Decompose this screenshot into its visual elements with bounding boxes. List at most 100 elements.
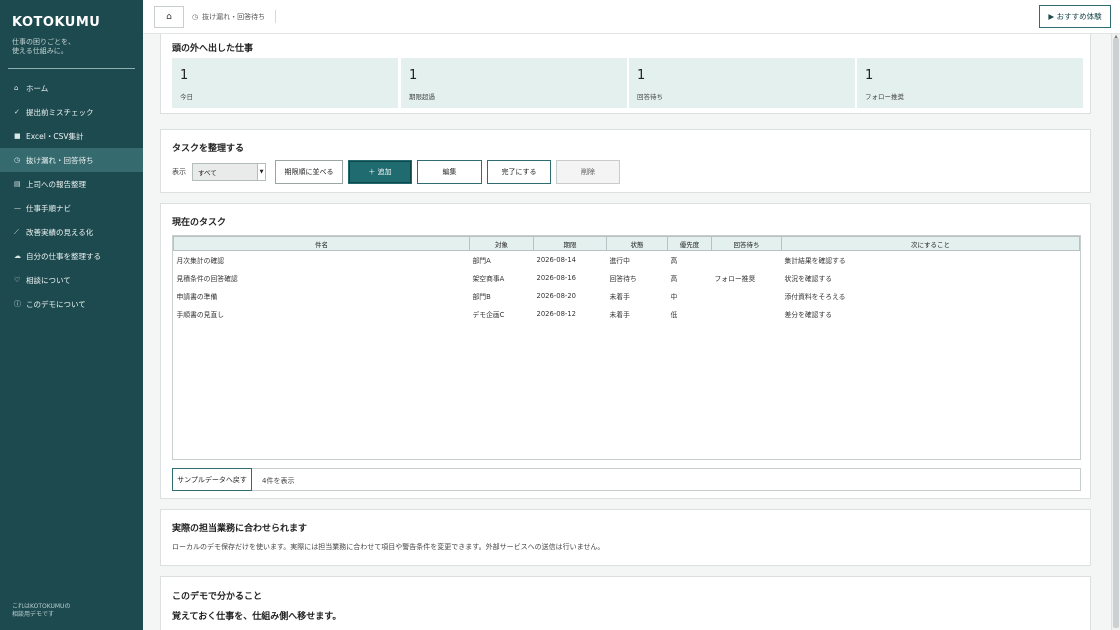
heart-icon: ♡ <box>14 276 21 284</box>
task-table-container: 件名 対象 期限 状態 優先度 回答待ち 次にすること 月次集計の確認 部門A 20… <box>172 235 1081 460</box>
table-cell: 添付資料をそろえる <box>784 292 846 301</box>
table-cell: 架空商事A <box>472 274 505 283</box>
table-cell: 見積条件の回答確認 <box>176 274 238 283</box>
sidebar-item[interactable]: ♡ 相談について <box>0 268 143 292</box>
main-content: 頭の外へ出した仕事 1 今日 1 期限超過 1 回答待ち 1 フォロー推奨 タス… <box>143 34 1111 630</box>
metric-label: 今日 <box>180 93 193 101</box>
sidebar-item[interactable]: — 仕事手順ナビ <box>0 196 143 220</box>
sidebar-item-label: 改善実績の見える化 <box>26 227 94 237</box>
table-cell: 進行中 <box>609 256 630 265</box>
spreadsheet-icon: ■ <box>14 132 21 140</box>
sidebar-item[interactable]: ☁ 自分の仕事を整理する <box>0 244 143 268</box>
metric-value: 1 <box>180 68 189 83</box>
reset-sample-data-button[interactable]: サンプルデータへ戻す <box>172 468 252 491</box>
customize-card: 実際の担当業務に合わせられます ローカルのデモ保存だけを使います。実際には担当業… <box>160 509 1091 566</box>
breadcrumb-separator <box>275 10 276 23</box>
sidebar-item-label: このデモについて <box>26 299 86 309</box>
sidebar-item[interactable]: ⟋ 改善実績の見える化 <box>0 220 143 244</box>
edit-task-button[interactable]: 編集 <box>417 160 482 184</box>
sidebar-item[interactable]: ◷ 抜け漏れ・回答待ち <box>0 148 143 172</box>
sidebar-item-label: ホーム <box>26 83 49 93</box>
page-scrollbar[interactable]: ▲ <box>1111 34 1120 630</box>
organize-card: タスクを整理する 表示 すべて ▼ 期限順に並べる ＋ 追加 編集 完了にする … <box>160 129 1091 193</box>
breadcrumb-current: 抜け漏れ・回答待ち <box>202 13 266 21</box>
customize-description: ローカルのデモ保存だけを使います。実際には担当業務に合わせて項目や警告条件を変更… <box>172 543 605 551</box>
table-row[interactable]: 月次集計の確認 部門A 2026-08-14 進行中 高 集計結果を確認する <box>174 251 1080 269</box>
learn-subtitle: 覚えておく仕事を、仕組み側へ移せます。 <box>172 612 342 622</box>
table-cell: 手順書の見直し <box>176 310 225 319</box>
column-header[interactable]: 状態 <box>606 236 668 251</box>
chevron-down-icon: ▼ <box>257 164 265 180</box>
metric-label: 期限超過 <box>409 93 435 101</box>
delete-task-button[interactable]: 削除 <box>556 160 620 184</box>
column-header[interactable]: 優先度 <box>667 236 712 251</box>
table-cell: 差分を確認する <box>784 310 833 319</box>
table-cell: 部門A <box>472 256 491 265</box>
add-task-button[interactable]: ＋ 追加 <box>348 160 412 184</box>
breadcrumb: ◷ 抜け漏れ・回答待ち <box>192 12 265 22</box>
column-header[interactable]: 期限 <box>533 236 607 251</box>
row-count-label: 4件を表示 <box>262 477 295 485</box>
table-cell: 2026-08-20 <box>536 291 577 300</box>
metric-today: 1 今日 <box>172 58 398 108</box>
table-cell: 回答待ち <box>609 274 637 283</box>
brand-tagline: 仕事の困りごとを、 使える仕組みに。 <box>12 38 122 56</box>
sidebar-item[interactable]: ⌂ ホーム <box>0 76 143 100</box>
table-cell: 集計結果を確認する <box>784 256 846 265</box>
column-header[interactable]: 件名 <box>173 236 470 251</box>
table-cell: 未着手 <box>609 310 630 319</box>
current-tasks-title: 現在のタスク <box>172 218 227 228</box>
sidebar-item-label: Excel・CSV集計 <box>26 131 84 141</box>
table-cell: フォロー推奨 <box>714 274 756 283</box>
recommend-experience-button[interactable]: ▶ おすすめ体験 <box>1039 5 1111 28</box>
learn-title: このデモで分かること <box>172 592 263 602</box>
task-toolbar: 表示 すべて ▼ 期限順に並べる ＋ 追加 編集 完了にする 削除 <box>172 160 625 184</box>
info-icon: ⓘ <box>14 300 21 308</box>
tagline-line-1: 仕事の困りごとを、 <box>12 38 75 46</box>
sidebar-item[interactable]: ■ Excel・CSV集計 <box>0 124 143 148</box>
sort-by-deadline-button[interactable]: 期限順に並べる <box>275 160 343 184</box>
summary-card: 頭の外へ出した仕事 1 今日 1 期限超過 1 回答待ち 1 フォロー推奨 <box>160 34 1091 114</box>
tagline-line-2: 使える仕組みに。 <box>12 47 68 55</box>
table-row[interactable]: 手順書の見直し デモ企画C 2026-08-12 未着手 低 差分を確認する <box>174 305 1080 323</box>
table-cell: 部門B <box>472 292 491 301</box>
sidebar-divider <box>8 68 135 69</box>
table-row[interactable]: 申請書の準備 部門B 2026-08-20 未着手 中 添付資料をそろえる <box>174 287 1080 305</box>
scroll-thumb[interactable] <box>1113 38 1119 628</box>
sidebar-item-label: 自分の仕事を整理する <box>26 251 101 261</box>
check-icon: ✓ <box>14 108 20 116</box>
metric-follow-up: 1 フォロー推奨 <box>857 58 1083 108</box>
home-icon: ⌂ <box>166 12 172 22</box>
current-tasks-card: 現在のタスク 件名 対象 期限 状態 優先度 回答待ち 次にすること 月次集計の… <box>160 203 1091 499</box>
column-header[interactable]: 次にすること <box>781 236 1080 251</box>
learn-card: このデモで分かること 覚えておく仕事を、仕組み側へ移せます。 <box>160 576 1091 630</box>
sidebar-item-label: 上司への報告整理 <box>26 179 86 189</box>
table-cell: 中 <box>670 292 678 301</box>
table-cell: デモ企画C <box>472 310 505 319</box>
brand-logo[interactable]: KOTOKUMU <box>12 15 100 30</box>
metric-value: 1 <box>637 68 646 83</box>
table-cell <box>712 251 782 269</box>
sidebar-item-label: 提出前ミスチェック <box>26 107 94 117</box>
filter-value: すべて <box>198 169 217 177</box>
sidebar-item-label: 相談について <box>26 275 71 285</box>
table-row[interactable]: 見積条件の回答確認 架空商事A 2026-08-16 回答待ち 高 フォロー推奨 状況を確認… <box>174 269 1080 287</box>
sidebar-item-label: 仕事手順ナビ <box>26 203 71 213</box>
sidebar-item[interactable]: ⓘ このデモについて <box>0 292 143 316</box>
filter-select[interactable]: すべて ▼ <box>192 163 266 181</box>
complete-task-button[interactable]: 完了にする <box>487 160 551 184</box>
table-cell: 月次集計の確認 <box>176 256 225 265</box>
summary-title: 頭の外へ出した仕事 <box>172 44 254 54</box>
home-icon: ⌂ <box>14 84 19 92</box>
table-cell <box>712 305 782 323</box>
task-table: 件名 対象 期限 状態 優先度 回答待ち 次にすること 月次集計の確認 部門A 20… <box>173 236 1080 323</box>
column-header[interactable]: 回答待ち <box>711 236 782 251</box>
table-cell: 2026-08-16 <box>536 273 577 282</box>
sidebar: KOTOKUMU 仕事の困りごとを、 使える仕組みに。 ⌂ ホーム ✓ 提出前ミスチェ… <box>0 0 143 630</box>
column-header[interactable]: 対象 <box>469 236 534 251</box>
home-button[interactable]: ⌂ <box>154 6 184 28</box>
sidebar-item[interactable]: ▤ 上司への報告整理 <box>0 172 143 196</box>
sidebar-item[interactable]: ✓ 提出前ミスチェック <box>0 100 143 124</box>
metric-label: 回答待ち <box>637 93 663 101</box>
filter-label: 表示 <box>172 168 186 176</box>
